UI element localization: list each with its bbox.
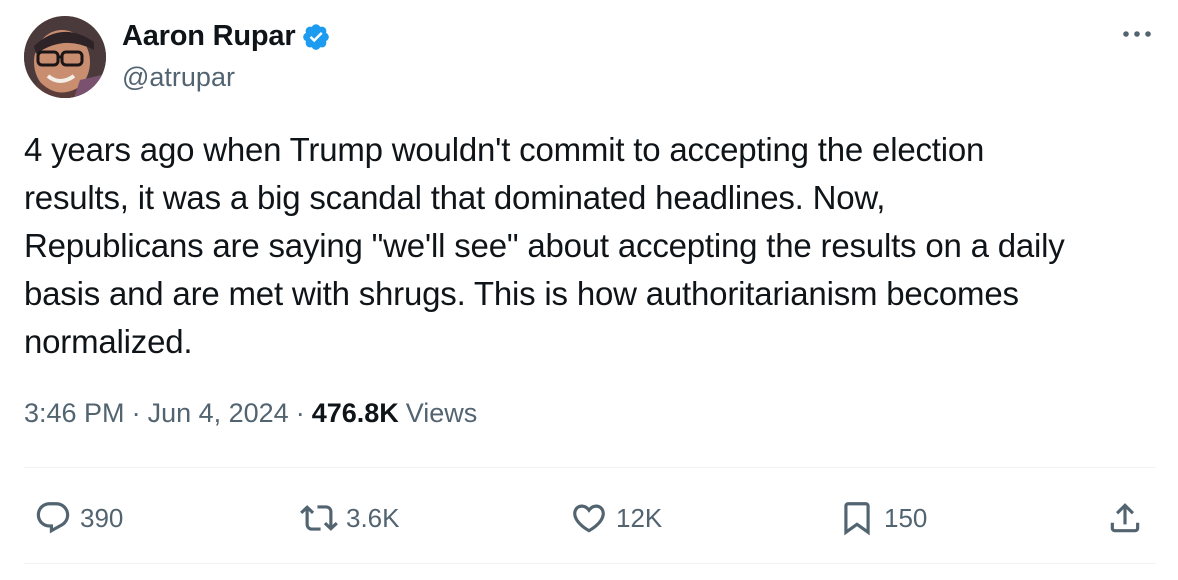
tweet-time[interactable]: 3:46 PM — [24, 398, 125, 429]
avatar[interactable] — [24, 16, 106, 98]
verified-badge-icon[interactable] — [301, 22, 331, 52]
avatar-image — [24, 16, 106, 98]
reply-count: 390 — [80, 502, 124, 533]
bookmark-count: 150 — [884, 502, 928, 533]
retweet-count: 3.6K — [346, 502, 400, 533]
more-options-icon[interactable] — [1120, 24, 1154, 44]
meta-separator: · — [295, 398, 305, 428]
bookmark-button[interactable]: 150 — [838, 492, 927, 544]
like-count: 12K — [616, 502, 663, 533]
like-button[interactable]: 12K — [570, 492, 662, 544]
reply-icon — [36, 502, 70, 534]
reply-button[interactable]: 390 — [34, 492, 123, 544]
meta-separator: · — [131, 398, 141, 428]
tweet-text: 4 years ago when Trump wouldn't commit t… — [24, 131, 1065, 360]
share-button[interactable] — [1106, 492, 1144, 544]
bookmark-icon — [844, 502, 870, 536]
retweet-icon — [300, 505, 338, 531]
author-handle[interactable]: @atrupar — [122, 62, 235, 93]
author-name-row: Aaron Rupar — [122, 20, 331, 53]
author-display-name[interactable]: Aaron Rupar — [122, 20, 296, 53]
tweet-metadata: 3:46 PM · Jun 4, 2024 · 476.8K Views — [24, 398, 477, 429]
action-bar: 390 3.6K 12K 150 — [0, 492, 1178, 544]
tweet-date[interactable]: Jun 4, 2024 — [148, 398, 289, 429]
divider — [24, 563, 1156, 564]
heart-icon — [573, 504, 605, 533]
views-label[interactable]: Views — [406, 398, 478, 429]
share-icon — [1110, 503, 1140, 533]
divider — [24, 467, 1156, 468]
views-count[interactable]: 476.8K — [312, 398, 399, 429]
retweet-button[interactable]: 3.6K — [300, 492, 400, 544]
tweet-card: Aaron Rupar @atrupar 4 years ago when Tr… — [0, 0, 1178, 580]
